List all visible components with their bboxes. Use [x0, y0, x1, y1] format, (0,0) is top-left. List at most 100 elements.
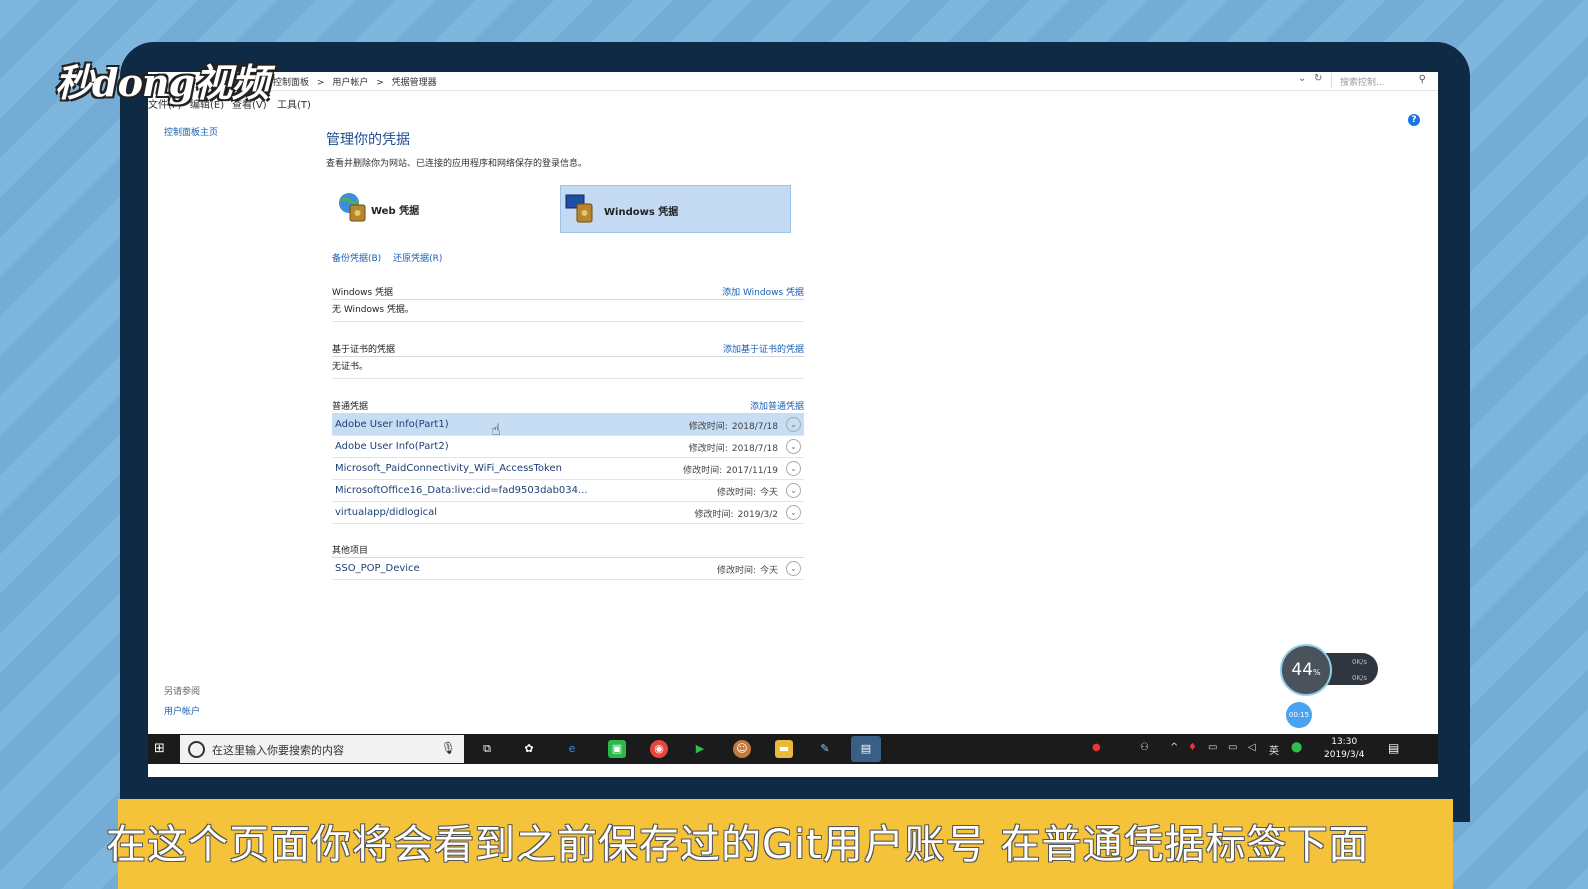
windows-credentials-label: Windows 凭据: [604, 207, 679, 218]
recording-timer[interactable]: 00:15: [1286, 702, 1312, 728]
file-explorer-icon[interactable]: ▬: [775, 740, 793, 758]
credential-name: Adobe User Info(Part2): [335, 441, 449, 452]
chrome-icon[interactable]: ◉: [650, 740, 668, 758]
control-panel-icon[interactable]: ▤: [851, 736, 881, 762]
modified-date: 2019/3/2: [737, 510, 778, 520]
upload-speed: 0K/s: [1352, 658, 1368, 666]
breadcrumb-user-accounts[interactable]: 用户帐户: [332, 78, 368, 88]
taskbar: ⊞ 在这里输入你要搜索的内容 🎙 ⧉ ✿ e ▣ ◉ ▶ ☺ ▬ ✎ ▤ ● ⚇…: [148, 734, 1438, 764]
refresh-icon[interactable]: ↻: [1314, 73, 1322, 84]
iqiyi-icon[interactable]: ▣: [608, 740, 626, 758]
backup-restore-links: 备份凭据(B) 还原凭据(R): [332, 251, 451, 264]
app-icon[interactable]: ✿: [520, 740, 538, 758]
add-certificate-credential-link[interactable]: 添加基于证书的凭据: [723, 342, 804, 355]
modified-label: 修改时间:: [688, 444, 728, 454]
add-windows-credential-link[interactable]: 添加 Windows 凭据: [722, 285, 804, 298]
clock-date: 2019/3/4: [1324, 750, 1365, 760]
search-icon[interactable]: ⚲: [1419, 74, 1426, 85]
user-accounts-link[interactable]: 用户帐户: [164, 704, 200, 717]
modified-label: 修改时间:: [688, 422, 728, 432]
network-speed-widget[interactable]: 44% 0K/s 0K/s: [1280, 644, 1380, 696]
web-credentials-label: Web 凭据: [371, 206, 420, 217]
expand-chevron-icon[interactable]: ⌄: [786, 505, 801, 520]
usage-unit: %: [1313, 668, 1321, 677]
windows-start-icon[interactable]: ⊞: [154, 741, 165, 756]
notification-icon[interactable]: ▤: [1388, 741, 1399, 755]
windows-credentials-tile[interactable]: Windows 凭据: [560, 185, 791, 233]
clock[interactable]: 13:30 2019/3/4: [1324, 736, 1364, 762]
credential-modified: 修改时间: 2018/7/18: [689, 441, 778, 454]
web-credentials-tile[interactable]: Web 凭据: [334, 185, 554, 231]
modified-date: 2017/11/19: [726, 466, 778, 476]
breadcrumb-credential-manager[interactable]: 凭据管理器: [392, 78, 437, 88]
app-icon[interactable]: ☺: [733, 740, 751, 758]
play-store-icon[interactable]: ▶: [691, 740, 709, 758]
battery-icon[interactable]: ▭: [1208, 742, 1217, 753]
help-icon[interactable]: ?: [1408, 114, 1420, 126]
credential-row[interactable]: MicrosoftOffice16_Data:live:cid=fad9503d…: [332, 480, 804, 502]
section-title: 基于证书的凭据: [332, 345, 396, 355]
expand-chevron-icon[interactable]: ⌄: [786, 483, 801, 498]
taskbar-search-input[interactable]: 在这里输入你要搜索的内容 🎙: [180, 735, 464, 763]
tray-app-icon[interactable]: ♦: [1188, 742, 1197, 753]
certificate-credentials-section: 基于证书的凭据 添加基于证书的凭据 无证书。: [332, 336, 804, 379]
breadcrumb-control-panel[interactable]: 控制面板: [273, 78, 309, 88]
modified-date: 2018/7/18: [731, 444, 778, 454]
credential-manager-window: 控制面板 > 用户帐户 > 凭据管理器 ⌄ ↻ 搜索控制... ⚲ 文件(F) …: [148, 72, 1438, 777]
expand-chevron-icon[interactable]: ⌄: [786, 561, 801, 576]
other-items-section: 其他项目 SSO_POP_Device 修改时间: 今天 ⌄: [332, 537, 804, 580]
modified-label: 修改时间:: [716, 566, 756, 576]
credential-modified: 修改时间: 2018/7/18: [689, 419, 778, 432]
modified-date: 2018/7/18: [731, 422, 778, 432]
section-header: 普通凭据 添加普通凭据: [332, 393, 804, 414]
microphone-icon[interactable]: 🎙: [441, 741, 456, 755]
credential-row[interactable]: SSO_POP_Device 修改时间: 今天 ⌄: [332, 558, 804, 580]
empty-message: 无 Windows 凭据。: [332, 300, 804, 322]
backup-credentials-link[interactable]: 备份凭据(B): [332, 254, 381, 264]
credential-name: virtualapp/didlogical: [335, 507, 438, 518]
page-title: 管理你的凭据: [326, 132, 410, 148]
credential-modified: 修改时间: 2019/3/2: [695, 507, 778, 520]
search-input[interactable]: 搜索控制... ⚲: [1331, 73, 1432, 88]
security-icon[interactable]: ●: [1092, 742, 1101, 753]
input-method-indicator[interactable]: 英: [1269, 742, 1279, 757]
section-header: 其他项目: [332, 537, 804, 558]
credential-row[interactable]: Microsoft_PaidConnectivity_WiFi_AccessTo…: [332, 458, 804, 480]
control-panel-home-link[interactable]: 控制面板主页: [164, 125, 218, 138]
network-icon[interactable]: ▭: [1228, 742, 1237, 753]
modified-label: 修改时间:: [683, 466, 723, 476]
generic-credentials-section: 普通凭据 添加普通凭据 Adobe User Info(Part1) 修改时间:…: [332, 393, 804, 524]
edge-browser-icon[interactable]: e: [563, 740, 581, 758]
menu-tools[interactable]: 工具(T): [277, 96, 311, 111]
credential-row[interactable]: Adobe User Info(Part1) 修改时间: 2018/7/18 ⌄: [332, 414, 804, 436]
credential-name: SSO_POP_Device: [335, 563, 420, 574]
notes-icon[interactable]: ✎: [816, 740, 834, 758]
credential-row[interactable]: virtualapp/didlogical 修改时间: 2019/3/2 ⌄: [332, 502, 804, 524]
credential-modified: 修改时间: 今天: [717, 563, 778, 576]
add-generic-credential-link[interactable]: 添加普通凭据: [750, 399, 804, 412]
web-credentials-icon: [339, 193, 366, 222]
video-caption: 在这个页面你将会看到之前保存过的Git用户账号 在普通凭据标签下面: [106, 822, 1370, 868]
tray-app-icon[interactable]: ⬤: [1291, 742, 1302, 753]
volume-icon[interactable]: ◁: [1248, 742, 1256, 753]
chevron-up-icon[interactable]: ^: [1170, 742, 1178, 753]
address-bar[interactable]: 控制面板 > 用户帐户 > 凭据管理器 ⌄ ↻ 搜索控制... ⚲: [148, 72, 1438, 91]
cortana-icon: [188, 741, 205, 758]
credential-row[interactable]: Adobe User Info(Part2) 修改时间: 2018/7/18 ⌄: [332, 436, 804, 458]
expand-chevron-icon[interactable]: ⌄: [786, 439, 801, 454]
people-icon[interactable]: ⚇: [1140, 742, 1149, 753]
windows-credentials-section: Windows 凭据 添加 Windows 凭据 无 Windows 凭据。: [332, 279, 804, 322]
task-view-icon[interactable]: ⧉: [478, 740, 496, 758]
chevron-down-icon[interactable]: ⌄: [1298, 73, 1306, 84]
breadcrumb: 控制面板 > 用户帐户 > 凭据管理器: [273, 75, 442, 88]
credential-name: MicrosoftOffice16_Data:live:cid=fad9503d…: [335, 485, 588, 496]
credential-modified: 修改时间: 2017/11/19: [683, 463, 778, 476]
expand-chevron-icon[interactable]: ⌄: [786, 461, 801, 476]
modified-label: 修改时间:: [694, 510, 734, 520]
search-placeholder: 搜索控制...: [1340, 78, 1385, 88]
memory-usage-gauge: 44%: [1280, 644, 1332, 696]
expand-chevron-icon[interactable]: ⌄: [786, 417, 801, 432]
restore-credentials-link[interactable]: 还原凭据(R): [393, 254, 442, 264]
hand-cursor-icon: ☝: [491, 420, 501, 439]
download-speed: 0K/s: [1352, 674, 1368, 682]
